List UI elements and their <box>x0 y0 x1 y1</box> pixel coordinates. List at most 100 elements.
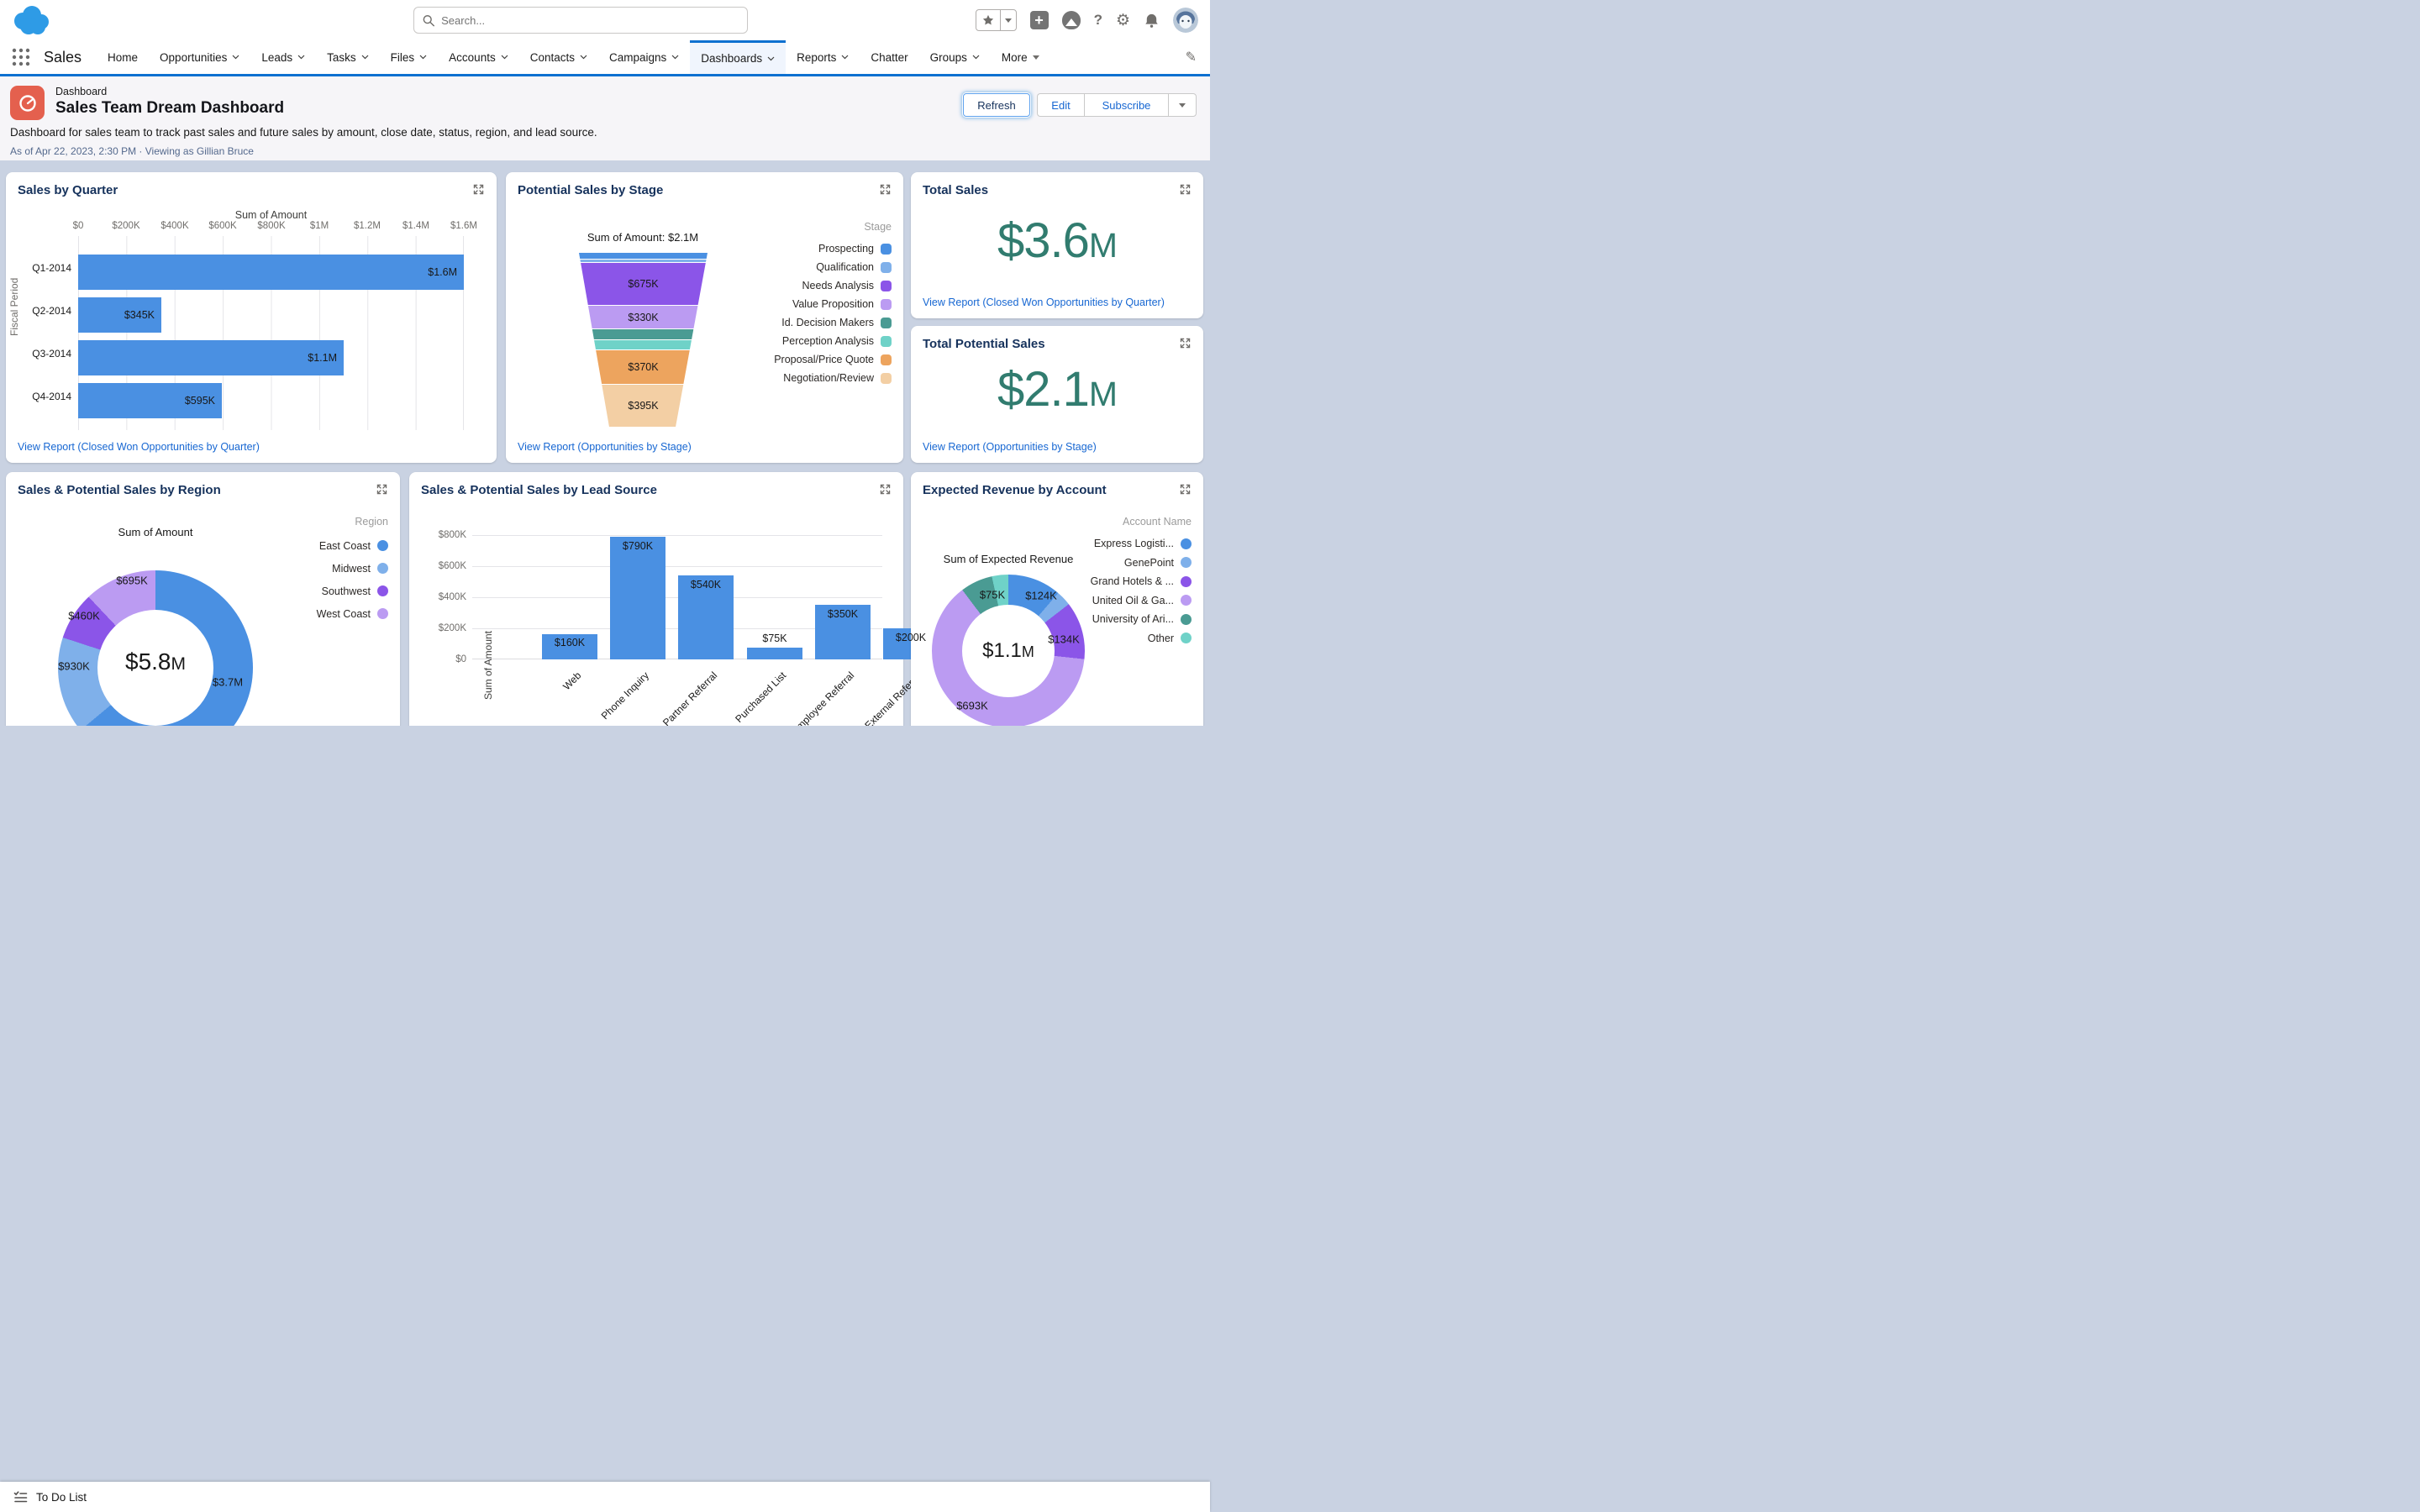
bar-phone-inquiry[interactable] <box>610 537 666 659</box>
card-sales-by-quarter: Sales by Quarter Sum of Amount $0 $200K … <box>6 172 497 463</box>
refresh-button[interactable]: Refresh <box>963 93 1030 117</box>
tab-opportunities[interactable]: Opportunities <box>149 40 250 74</box>
bar-q1[interactable]: $1.6M <box>78 255 464 290</box>
funnel-seg-prospecting <box>579 253 708 259</box>
favorites-button[interactable] <box>975 9 1017 31</box>
bar-q4[interactable]: $595K <box>78 383 222 418</box>
slice-label-east-coast: $3.7M <box>212 675 244 689</box>
notifications-bell-icon[interactable] <box>1144 13 1160 29</box>
tab-groups[interactable]: Groups <box>919 40 991 74</box>
search-input[interactable] <box>441 13 739 27</box>
expand-icon[interactable] <box>879 483 892 496</box>
legend-swatch <box>881 298 892 310</box>
card-sales-by-region: Sales & Potential Sales by Region Sum of… <box>6 472 400 726</box>
global-actions-icon[interactable]: + <box>1029 11 1049 29</box>
chart-subtitle: Sum of Expected Revenue <box>943 553 1074 565</box>
card-expected-revenue-by-account: Expected Revenue by Account Sum of Expec… <box>911 472 1203 726</box>
view-report-link[interactable]: View Report (Opportunities by Stage) <box>518 441 692 453</box>
todo-list-bar[interactable]: To Do List <box>0 1482 1210 1512</box>
chevron-down-icon <box>972 55 980 60</box>
expand-icon[interactable] <box>1179 337 1192 349</box>
legend-swatch <box>881 372 892 384</box>
setup-gear-icon[interactable]: ⚙ <box>1116 11 1130 30</box>
dashboard-header: Dashboard Sales Team Dream Dashboard Das… <box>0 76 1210 160</box>
page-title: Sales Team Dream Dashboard <box>55 99 285 117</box>
y-axis-title: Fiscal Period <box>8 277 20 336</box>
region-legend: Region East Coast Midwest Southwest West… <box>316 516 388 620</box>
app-navigation: Sales Home Opportunities Leads Tasks Fil… <box>0 40 1210 76</box>
legend-swatch <box>881 280 892 291</box>
x-axis-title: Sum of Amount <box>234 209 308 221</box>
funnel-seg-negotiation-review: $395K <box>579 385 708 427</box>
edit-nav-pencil-icon[interactable]: ✎ <box>1186 49 1197 66</box>
tab-campaigns[interactable]: Campaigns <box>598 40 690 74</box>
expand-icon[interactable] <box>472 183 485 196</box>
slice-label-express: $124K <box>1025 589 1057 602</box>
card-title: Sales by Quarter <box>18 183 118 197</box>
legend-title: Region <box>355 516 388 528</box>
card-title: Sales & Potential Sales by Lead Source <box>421 483 657 497</box>
view-report-link[interactable]: View Report (Closed Won Opportunities by… <box>923 297 1165 308</box>
salesforce-logo-icon <box>14 6 49 34</box>
expand-icon[interactable] <box>1179 183 1192 196</box>
legend-swatch <box>1181 575 1192 587</box>
help-icon[interactable]: ? <box>1094 12 1102 29</box>
tab-contacts[interactable]: Contacts <box>519 40 598 74</box>
bar-q2[interactable]: $345K <box>78 297 161 333</box>
funnel-chart[interactable]: $675K $330K $370K $395K <box>579 253 708 427</box>
expand-icon[interactable] <box>1179 483 1192 496</box>
metric-value: $2.1M <box>997 362 1118 417</box>
funnel-seg-perception-analysis <box>579 340 708 349</box>
tab-home[interactable]: Home <box>97 40 149 74</box>
tab-reports[interactable]: Reports <box>786 40 860 74</box>
tab-chatter[interactable]: Chatter <box>860 40 918 74</box>
tab-tasks[interactable]: Tasks <box>316 40 380 74</box>
edit-button[interactable]: Edit <box>1037 93 1084 117</box>
funnel-total: Sum of Amount: $2.1M <box>587 231 699 244</box>
todo-list-label: To Do List <box>36 1490 87 1504</box>
expand-icon[interactable] <box>376 483 388 496</box>
legend-swatch <box>1181 538 1192 549</box>
tab-accounts[interactable]: Accounts <box>438 40 519 74</box>
object-label: Dashboard <box>55 86 108 97</box>
tab-more[interactable]: More <box>991 40 1050 74</box>
chevron-down-icon <box>419 55 427 60</box>
legend-swatch <box>881 261 892 273</box>
legend-swatch <box>1181 613 1192 625</box>
avatar[interactable] <box>1173 8 1198 33</box>
legend-swatch <box>881 317 892 328</box>
legend-swatch <box>881 335 892 347</box>
favorites-caret-icon[interactable] <box>999 10 1016 30</box>
slice-label-grand-hotels: $134K <box>1048 633 1080 646</box>
bar-q3[interactable]: $1.1M <box>78 340 344 375</box>
funnel-seg-needs-analysis: $675K <box>579 263 708 305</box>
subscribe-button[interactable]: Subscribe <box>1084 93 1168 117</box>
guidance-center-icon[interactable] <box>1061 11 1081 29</box>
stage-legend: Stage Prospecting Qualification Needs An… <box>774 221 892 384</box>
card-total-sales: Total Sales $3.6M View Report (Closed Wo… <box>911 172 1203 318</box>
card-title: Total Potential Sales <box>923 337 1045 351</box>
view-report-link[interactable]: View Report (Closed Won Opportunities by… <box>18 441 260 453</box>
metric-value: $3.6M <box>997 213 1118 268</box>
expand-icon[interactable] <box>879 183 892 196</box>
more-actions-caret[interactable] <box>1168 93 1197 117</box>
tab-leads[interactable]: Leads <box>250 40 316 74</box>
chevron-down-icon <box>841 55 849 60</box>
slice-label-united-oil: $693K <box>956 699 988 712</box>
global-search[interactable] <box>413 7 748 34</box>
bar-purchased-list[interactable] <box>747 648 802 659</box>
donut-center-total: $1.1M <box>982 639 1034 662</box>
x-label-purchased-list: Purchased List <box>732 669 788 726</box>
slice-label-west-coast: $695K <box>116 574 148 587</box>
card-sales-by-lead-source: Sales & Potential Sales by Lead Source $… <box>409 472 939 726</box>
bar-chart-plot: $1.6M $345K $1.1M $595K <box>78 236 464 430</box>
tab-files[interactable]: Files <box>380 40 439 74</box>
funnel-seg-proposal-price-quote: $370K <box>579 350 708 384</box>
star-icon[interactable] <box>976 10 1000 30</box>
tab-dashboards[interactable]: Dashboards <box>690 40 786 74</box>
view-report-link[interactable]: View Report (Opportunities by Stage) <box>923 441 1097 453</box>
app-launcher-icon[interactable] <box>12 48 30 66</box>
chevron-down-icon <box>297 55 305 60</box>
checklist-icon <box>13 1490 28 1502</box>
card-title: Total Sales <box>923 183 989 197</box>
